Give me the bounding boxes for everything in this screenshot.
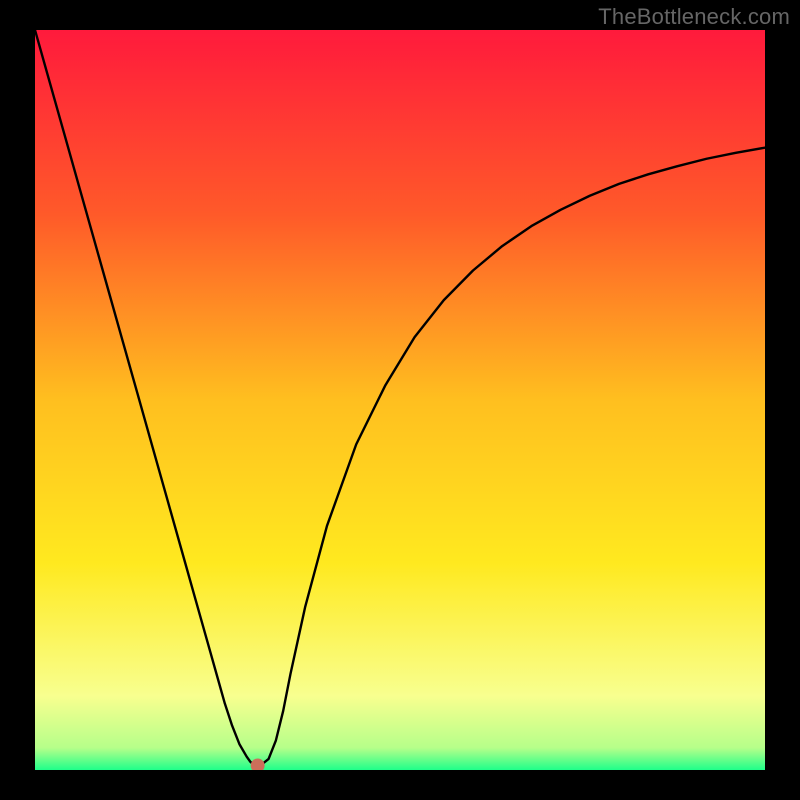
plot-area [35,30,765,770]
chart-svg [35,30,765,770]
chart-frame: TheBottleneck.com [0,0,800,800]
chart-background [35,30,765,770]
watermark-text: TheBottleneck.com [598,4,790,30]
